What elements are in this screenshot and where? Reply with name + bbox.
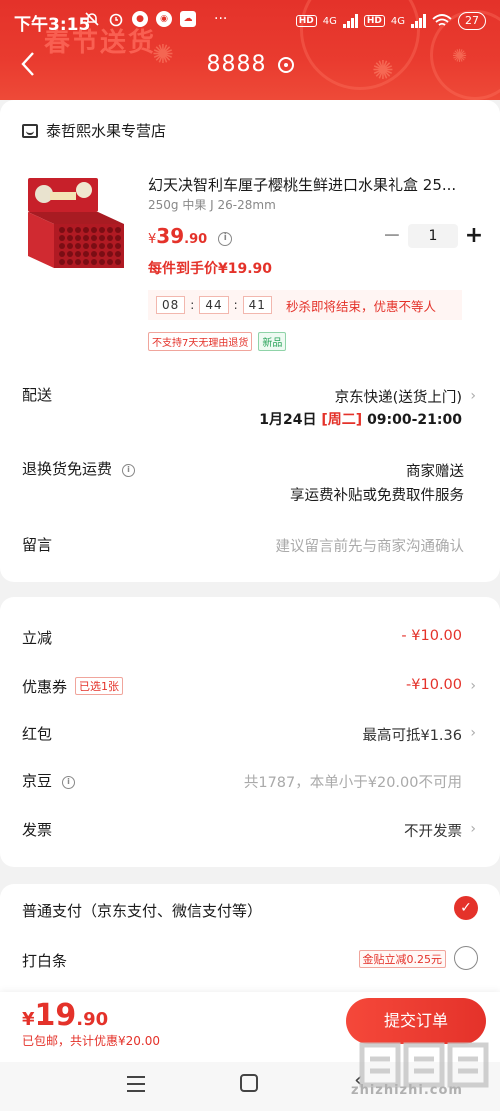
discount-card: 立减 - ¥10.00 优惠券 已选1张 -¥10.00 › 红包 最高可抵¥1.… xyxy=(0,597,500,867)
product-image[interactable] xyxy=(24,172,128,276)
quantity-input[interactable]: 1 xyxy=(408,223,458,248)
alarm-icon xyxy=(109,13,123,27)
map-notification-icon: ◉ xyxy=(156,11,172,27)
invoice-value: 不开发票 xyxy=(404,824,462,840)
return-shipping-label: 退换货免运费 i xyxy=(22,458,136,479)
hd-badge: HD xyxy=(363,15,385,27)
lijian-label: 立减 xyxy=(22,629,53,647)
address-title[interactable]: 8888 xyxy=(0,52,500,77)
wifi-icon xyxy=(432,14,452,26)
product-tags: 不支持7天无理由退货 新品 xyxy=(148,332,287,351)
hongbao-label: 红包 xyxy=(22,725,53,743)
store-icon xyxy=(22,123,38,138)
product-spec: 250g 中果 J 26-28mm xyxy=(148,198,276,212)
decrease-button[interactable]: − xyxy=(380,223,404,248)
return-shipping-line2: 享运费补贴或免费取件服务 xyxy=(290,488,464,504)
total-price: ¥19.90 xyxy=(22,998,108,1033)
signal-icon xyxy=(342,14,358,28)
total-decimal: .90 xyxy=(76,1009,109,1030)
price-decimal: .90 xyxy=(184,232,208,247)
menu-icon[interactable] xyxy=(127,1076,145,1092)
delivery-label: 配送 xyxy=(22,386,53,404)
invoice-label: 发票 xyxy=(22,821,53,839)
location-pin-icon xyxy=(277,56,294,73)
quantity-stepper: − 1 + xyxy=(380,223,486,248)
coupon-value: -¥10.00 xyxy=(406,677,462,693)
chevron-right-icon: › xyxy=(470,725,476,741)
countdown-text: 秒杀即将结束，优惠不等人 xyxy=(285,298,436,314)
delivery-date: 1月24日 xyxy=(259,412,317,428)
cloud-notification-icon: ☁ xyxy=(180,11,196,27)
network-type: 4G xyxy=(390,15,405,27)
countdown-seconds: 41 xyxy=(242,296,272,314)
delivery-time: 1月24日 [周二] 09:00-21:00 xyxy=(259,409,462,429)
store-name: 泰哲熙水果专营店 xyxy=(46,122,167,140)
message-label: 留言 xyxy=(22,536,53,554)
no-return-tag: 不支持7天无理由退货 xyxy=(148,332,253,351)
more-notifications-icon: ··· xyxy=(214,11,228,27)
hd-badge: HD xyxy=(295,15,317,27)
jingdou-label: 京豆 i xyxy=(22,770,76,791)
signal-icon xyxy=(411,14,426,28)
message-input[interactable]: 建议留言前先与商家沟通确认 xyxy=(276,535,465,556)
payment-card: 普通支付（京东支付、微信支付等） ✓ 打白条 金贴立减0.25元 xyxy=(0,884,500,1004)
status-notification-icons: ● ◉ ☁ ··· xyxy=(84,11,227,27)
total-subtext: 已包邮，共计优惠¥20.00 xyxy=(22,1034,160,1048)
coupon-selected-tag: 已选1张 xyxy=(75,677,124,695)
countdown-minutes: 44 xyxy=(199,296,229,314)
delivery-weekday: [周二] xyxy=(321,412,363,428)
baitiao-promo-tag: 金贴立减0.25元 xyxy=(358,950,446,968)
new-product-tag: 新品 xyxy=(258,332,287,351)
delivery-time-range: 09:00-21:00 xyxy=(367,412,462,428)
header-bar: 春节送货 ✺ ✺ ✺ 下午3:15 ● ◉ ☁ ··· HD 4G HD 4G … xyxy=(0,0,500,100)
flash-sale-countdown: 08 : 44 : 41 秒杀即将结束，优惠不等人 xyxy=(148,290,462,320)
info-icon[interactable]: i xyxy=(62,776,76,789)
chevron-right-icon: › xyxy=(470,388,476,404)
product-name[interactable]: 幻天决智利车厘子樱桃生鲜进口水果礼盒 25... xyxy=(148,174,480,195)
price-info-icon[interactable]: i xyxy=(218,232,233,246)
total-symbol: ¥ xyxy=(22,1009,35,1030)
countdown-separator: : xyxy=(233,298,238,312)
chevron-right-icon: › xyxy=(470,678,476,694)
countdown-separator: : xyxy=(190,298,195,312)
status-right-icons: HD 4G HD 4G 27 xyxy=(295,12,486,30)
battery-icon: 27 xyxy=(458,12,486,30)
price-integer: 39 xyxy=(156,224,185,248)
return-shipping-line1: 商家赠送 xyxy=(406,464,464,480)
increase-button[interactable]: + xyxy=(462,223,486,248)
chevron-right-icon: › xyxy=(470,821,476,837)
jingdou-label-text: 京豆 xyxy=(22,772,53,790)
payment-normal-label: 普通支付（京东支付、微信支付等） xyxy=(22,902,263,920)
home-icon[interactable] xyxy=(240,1074,258,1092)
lijian-value: - ¥10.00 xyxy=(401,628,462,644)
hongbao-value: 最高可抵¥1.36 xyxy=(362,728,462,744)
order-card: 泰哲熙水果专营店 幻天决智利车厘子樱桃生鲜进口水果礼盒 25... 250g 中… xyxy=(0,100,500,582)
coupon-label-text: 优惠券 xyxy=(22,678,68,696)
info-icon[interactable]: i xyxy=(122,464,136,477)
jingdou-value: 共1787，本单小于¥20.00不可用 xyxy=(243,775,462,791)
product-price: ¥39.90 i xyxy=(148,224,233,248)
countdown-hours: 08 xyxy=(156,296,186,314)
network-type: 4G xyxy=(322,15,337,27)
radio-button[interactable] xyxy=(454,946,478,970)
checkmark-icon[interactable]: ✓ xyxy=(454,896,478,920)
return-shipping-text: 退换货免运费 xyxy=(22,460,113,478)
app-notification-icon: ● xyxy=(132,11,148,27)
coupon-label: 优惠券 已选1张 xyxy=(22,676,124,697)
payment-baitiao-label: 打白条 xyxy=(22,952,68,970)
watermark-text: zhizhizhi.com xyxy=(351,1083,463,1098)
status-time: 下午3:15 xyxy=(14,15,91,35)
status-bar: 下午3:15 ● ◉ ☁ ··· HD 4G HD 4G 27 xyxy=(0,0,500,44)
unit-final-price: 每件到手价¥19.90 xyxy=(148,261,273,277)
total-integer: 19 xyxy=(34,998,77,1033)
mute-bell-icon xyxy=(85,12,99,26)
delivery-method: 京东快递(送货上门) xyxy=(334,390,462,406)
store-header[interactable]: 泰哲熙水果专营店 xyxy=(22,120,166,141)
page-title: 8888 xyxy=(206,52,267,77)
